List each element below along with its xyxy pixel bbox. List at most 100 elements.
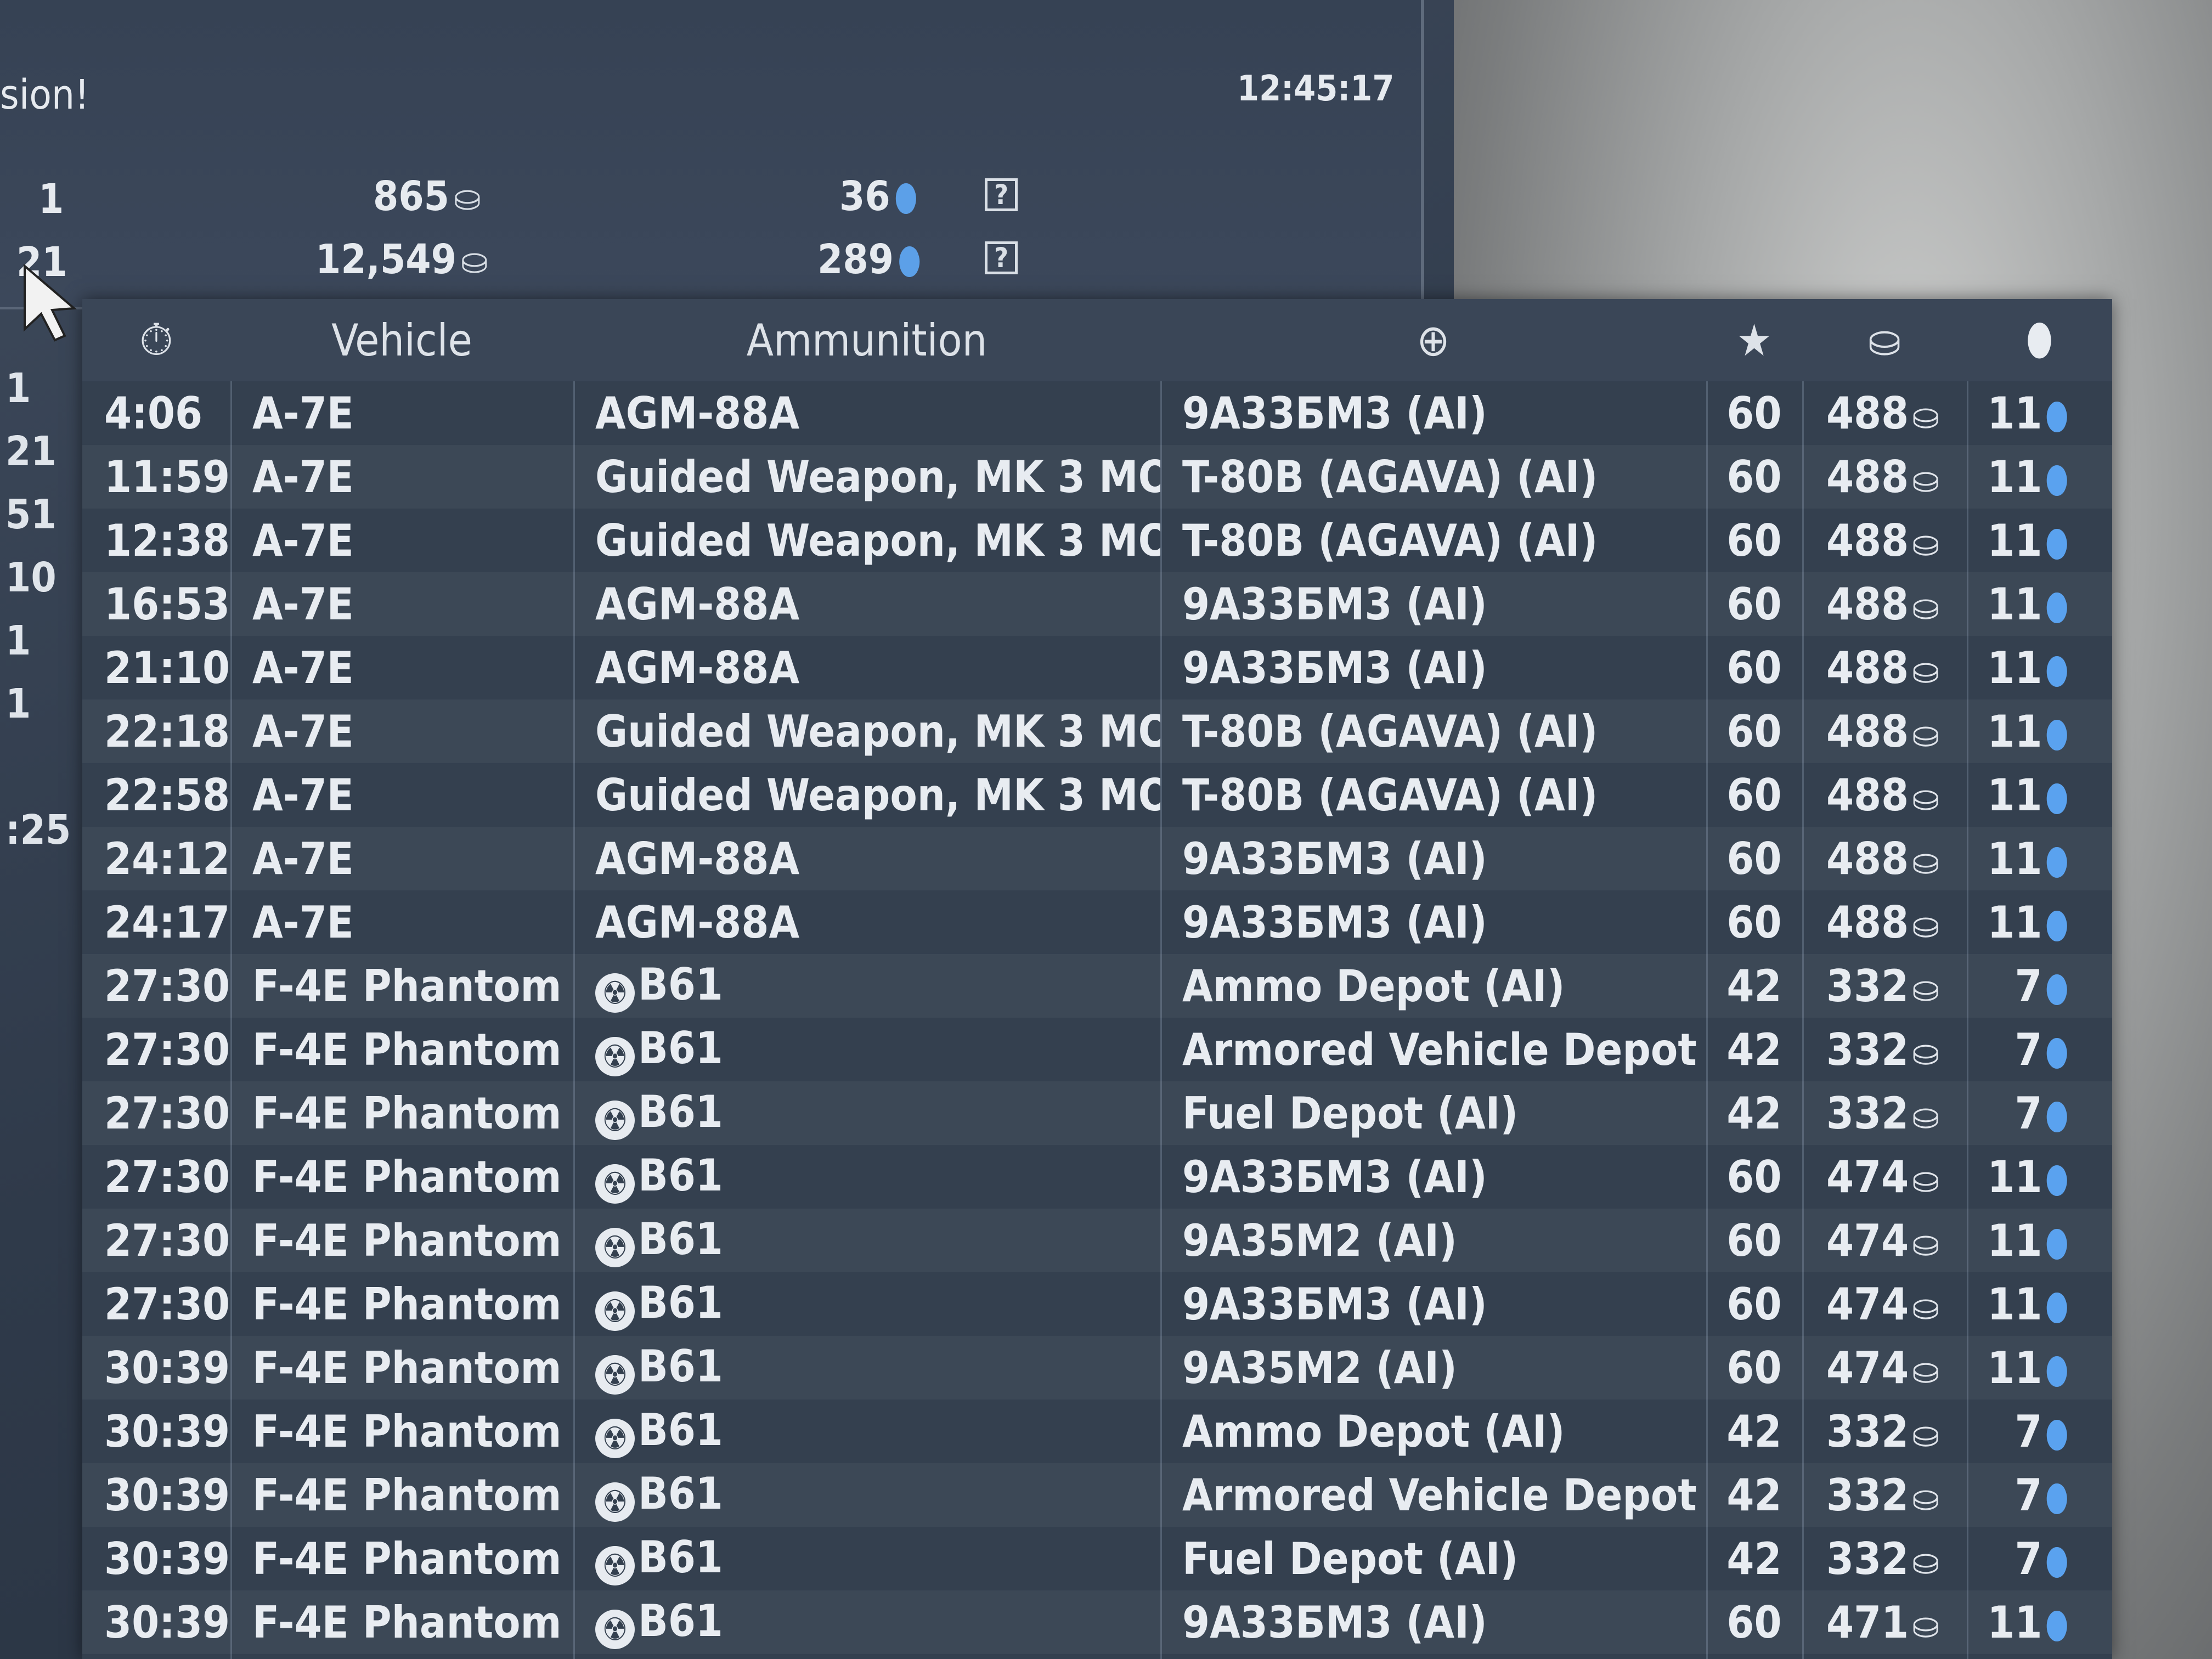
table-row: 27:30 F-4E Phantom II ☢ B61 Fuel Depot (AI) 4… <box>82 1081 2112 1145</box>
cell-rank: 42 <box>1726 1533 1782 1584</box>
cell-target: T-80B (AGAVA) (AI) <box>1182 451 1598 503</box>
table-row: 27:30 F-4E Phantom II ☢ B61 9А33БМ3 (AI) 60 47… <box>82 1272 2112 1336</box>
silver-lions-icon: ⛀ <box>1912 522 1939 565</box>
research-points-icon: ⬮ <box>2045 1158 2068 1201</box>
cell-rank: 60 <box>1726 1278 1782 1330</box>
column-vehicle[interactable]: Vehicle <box>230 315 573 366</box>
summary-row-1-rp: 36 ⬮ <box>839 173 918 220</box>
nuclear-icon: ☢ <box>595 1610 635 1649</box>
cell-vehicle: F-4E Phantom II <box>252 1533 573 1584</box>
research-points-icon: ⬮ <box>2045 1413 2068 1455</box>
cell-silver-lions: 488⛀ <box>1826 896 1939 948</box>
cell-time: 30:39 <box>104 1533 230 1584</box>
cell-ammunition: AGM-88A <box>595 642 800 693</box>
research-points-icon[interactable]: ⬮ <box>1967 314 2112 366</box>
cell-vehicle: F-4E Phantom II <box>252 1469 573 1521</box>
silver-lions-icon: ⛀ <box>1912 585 1939 628</box>
cell-research-points: 11⬮ <box>1987 578 2068 630</box>
cell-vehicle: F-4E Phantom II <box>252 1024 573 1075</box>
cell-silver-lions: 474⛀ <box>1826 1278 1939 1330</box>
cell-rank: 42 <box>1726 1406 1782 1457</box>
silver-lions-icon: ⛀ <box>1912 458 1939 501</box>
table-row: 27:30 F-4E Phantom II ☢ B61 9А33БМ3 (AI) 60 47… <box>82 1145 2112 1209</box>
summary-row-2-silver: 12,549 ⛀ <box>315 236 488 283</box>
cell-target: T-80B (AGAVA) (AI) <box>1182 706 1598 757</box>
cell-time: 21:10 <box>104 642 230 693</box>
nuclear-icon: ☢ <box>595 1228 635 1267</box>
column-ammunition[interactable]: Ammunition <box>573 315 1160 366</box>
cell-target: 9А33БМ3 (AI) <box>1182 1151 1487 1203</box>
kill-log-table: ⏱ Vehicle Ammunition ⊕ ★ ⛀ ⬮ 4:06 A-7E AGM… <box>82 299 2112 1659</box>
cell-vehicle: F-4E Phantom II <box>252 1278 573 1330</box>
silver-lions-icon: ⛀ <box>1912 713 1939 755</box>
cell-ammunition: ☢ B61 <box>573 1404 1160 1458</box>
silver-lions-icon: ⛀ <box>1912 1604 1939 1646</box>
cell-target: Fuel Depot (AI) <box>1182 1533 1519 1584</box>
cell-rank: 60 <box>1726 1596 1782 1648</box>
star-icon[interactable]: ★ <box>1706 315 1802 366</box>
cell-research-points: 11⬮ <box>1987 515 2068 566</box>
cell-research-points: 11⬮ <box>1987 1151 2068 1203</box>
left-column-value: 21 <box>5 428 57 475</box>
cell-vehicle: F-4E Phantom II <box>252 1151 573 1203</box>
cell-time: 27:30 <box>104 1087 230 1139</box>
cell-research-points: 11⬮ <box>1987 1342 2068 1393</box>
cell-research-points: 7⬮ <box>2015 1469 2068 1521</box>
research-points-icon: ⬮ <box>2045 522 2068 565</box>
left-column-value: 10 <box>5 554 57 601</box>
help-button[interactable]: ? <box>985 178 1018 211</box>
cell-research-points: 11⬮ <box>1987 769 2068 821</box>
cell-research-points: 11⬮ <box>1987 642 2068 693</box>
silver-lions-icon: ⛀ <box>1912 967 1939 1010</box>
cell-target: 9А35М2 (AI) <box>1182 1215 1457 1266</box>
crosshair-icon[interactable]: ⊕ <box>1160 315 1706 366</box>
cell-silver-lions: 332⛀ <box>1826 1533 1939 1584</box>
table-row: 4:06 A-7E AGM-88A 9А33БМ3 (AI) 60 488⛀ 11⬮ <box>82 381 2112 445</box>
cell-time: 22:18 <box>104 706 230 757</box>
table-row: 12:38 A-7E Guided Weapon, MK 3 MOD 0 T-80B … <box>82 509 2112 572</box>
research-points-icon: ⬮ <box>2045 1604 2068 1646</box>
cell-silver-lions: 332⛀ <box>1826 960 1939 1012</box>
table-row: 22:18 A-7E Guided Weapon, MK 3 MOD 0 T-80B … <box>82 699 2112 763</box>
clock-icon[interactable]: ⏱ <box>82 314 230 366</box>
table-row: 22:58 A-7E Guided Weapon, MK 3 MOD 0 T-80B … <box>82 763 2112 827</box>
research-points-icon: ⬮ <box>894 177 918 219</box>
silver-lions-icon: ⛀ <box>1912 1222 1939 1265</box>
cell-ammunition: AGM-88A <box>595 578 800 630</box>
table-row: 24:17 A-7E AGM-88A 9А33БМ3 (AI) 60 488⛀ 11⬮ <box>82 890 2112 954</box>
cell-silver-lions: 488⛀ <box>1826 706 1939 757</box>
cell-ammunition: ☢ B61 <box>573 1086 1160 1140</box>
cell-ammunition: ☢ B61 <box>573 1595 1160 1649</box>
cell-target: T-80B (AGAVA) (AI) <box>1182 769 1598 821</box>
cell-silver-lions: 488⛀ <box>1826 451 1939 503</box>
cell-rank: 42 <box>1726 1469 1782 1521</box>
nuclear-icon: ☢ <box>595 1419 635 1458</box>
silver-lions-icon[interactable]: ⛀ <box>1802 315 1967 366</box>
research-points-icon: ⬮ <box>2045 1285 2068 1328</box>
cell-ammunition: Guided Weapon, MK 3 MOD 0 <box>595 515 1160 566</box>
left-column-value: 1 <box>5 680 31 727</box>
help-button[interactable]: ? <box>985 241 1018 274</box>
cell-vehicle: A-7E <box>252 833 354 884</box>
cell-research-points: 7⬮ <box>2015 1087 2068 1139</box>
cell-research-points: 7⬮ <box>2015 1533 2068 1584</box>
cell-vehicle: A-7E <box>252 769 354 821</box>
cell-research-points: 11⬮ <box>1987 387 2068 439</box>
cell-research-points: 7⬮ <box>2015 960 2068 1012</box>
cell-silver-lions: 332⛀ <box>1826 1087 1939 1139</box>
silver-lions-icon: ⛀ <box>1912 1476 1939 1519</box>
cell-vehicle: A-7E <box>252 387 354 439</box>
research-points-icon: ⬮ <box>2045 458 2068 501</box>
cell-target: 9А33БМ3 (AI) <box>1182 833 1487 884</box>
research-points-icon: ⬮ <box>2045 1349 2068 1392</box>
cell-research-points: 11⬮ <box>1987 1596 2068 1648</box>
cell-silver-lions: 488⛀ <box>1826 769 1939 821</box>
research-points-icon: ⬮ <box>2045 1540 2068 1583</box>
research-points-icon: ⬮ <box>2045 585 2068 628</box>
cell-research-points: 11⬮ <box>1987 706 2068 757</box>
cell-vehicle: F-4E Phantom II <box>252 1596 573 1648</box>
research-points-icon: ⬮ <box>2045 649 2068 692</box>
cell-silver-lions: 488⛀ <box>1826 387 1939 439</box>
table-row: 30:39 F-4E Phantom II ☢ B61 Ammo Depot (AI) 4… <box>82 1400 2112 1463</box>
silver-lions-icon: ⛀ <box>1912 394 1939 437</box>
